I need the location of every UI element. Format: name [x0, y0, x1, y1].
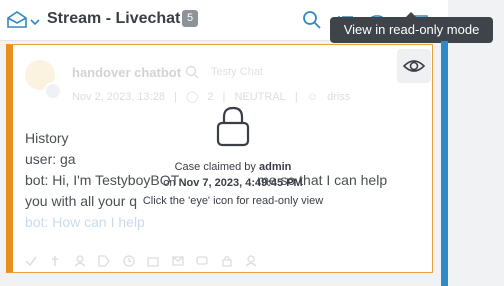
case-user: driss: [327, 91, 351, 103]
clock-icon: [123, 255, 135, 267]
history-line: bot: How can I help: [25, 214, 145, 230]
user-icon: [74, 255, 86, 267]
chevron-down-icon[interactable]: [29, 14, 41, 32]
search-icon[interactable]: [302, 10, 322, 35]
separator: |: [222, 91, 226, 103]
claimed-user: admin: [258, 161, 292, 173]
case-date: Nov 2, 2023, 13:28: [72, 91, 165, 103]
folder-icon: [147, 257, 159, 267]
user-icon: [245, 255, 257, 267]
user-icon: ☺: [306, 91, 318, 103]
mail-icon: [172, 256, 184, 266]
tag-icon: [98, 255, 111, 267]
read-only-view-button[interactable]: [397, 49, 431, 83]
chat-icon: [196, 256, 208, 265]
read-only-hint: Click the 'eye' icon for read-only view: [142, 195, 324, 207]
claimed-date: Nov 7, 2023, 4:49:45 PM: [178, 177, 303, 189]
case-name: handover chatbot: [72, 65, 182, 80]
sentiment: NEUTRAL: [234, 91, 286, 103]
claimed-overlay: Case claimed by admin on Nov 7, 2023, 4:…: [118, 105, 348, 209]
separator: |: [294, 91, 298, 103]
claimed-by-line: Case claimed by admin: [174, 161, 292, 173]
lock-icon: [221, 255, 232, 267]
search-icon: [185, 65, 199, 84]
claimed-date-line: on Nov 7, 2023, 4:49:45 PM: [163, 177, 303, 189]
case-meta: Nov 2, 2023, 13:28 | ◯ 2 | NEUTRAL | ☺ d…: [72, 90, 356, 103]
lock-icon: [216, 106, 250, 147]
side-strip: [441, 41, 448, 286]
eye-icon: [403, 60, 425, 72]
separator: |: [174, 91, 177, 103]
inbox-icon[interactable]: [6, 10, 28, 35]
channel-badge-icon: [44, 82, 62, 100]
stream-title: Stream - Livechat: [47, 10, 181, 27]
pin-icon: [52, 256, 59, 266]
card-toolbar: [25, 254, 265, 272]
check-icon: [25, 256, 37, 267]
read-only-tooltip: View in read-only mode: [330, 17, 493, 43]
count-badge: 5: [182, 10, 199, 27]
comment-count: 2: [207, 91, 214, 103]
comment-icon: ◯: [185, 91, 199, 103]
case-card[interactable]: handover chatbot Testy Chat Nov 2, 2023,…: [6, 44, 433, 273]
case-subtitle: Testy Chat: [211, 66, 263, 78]
